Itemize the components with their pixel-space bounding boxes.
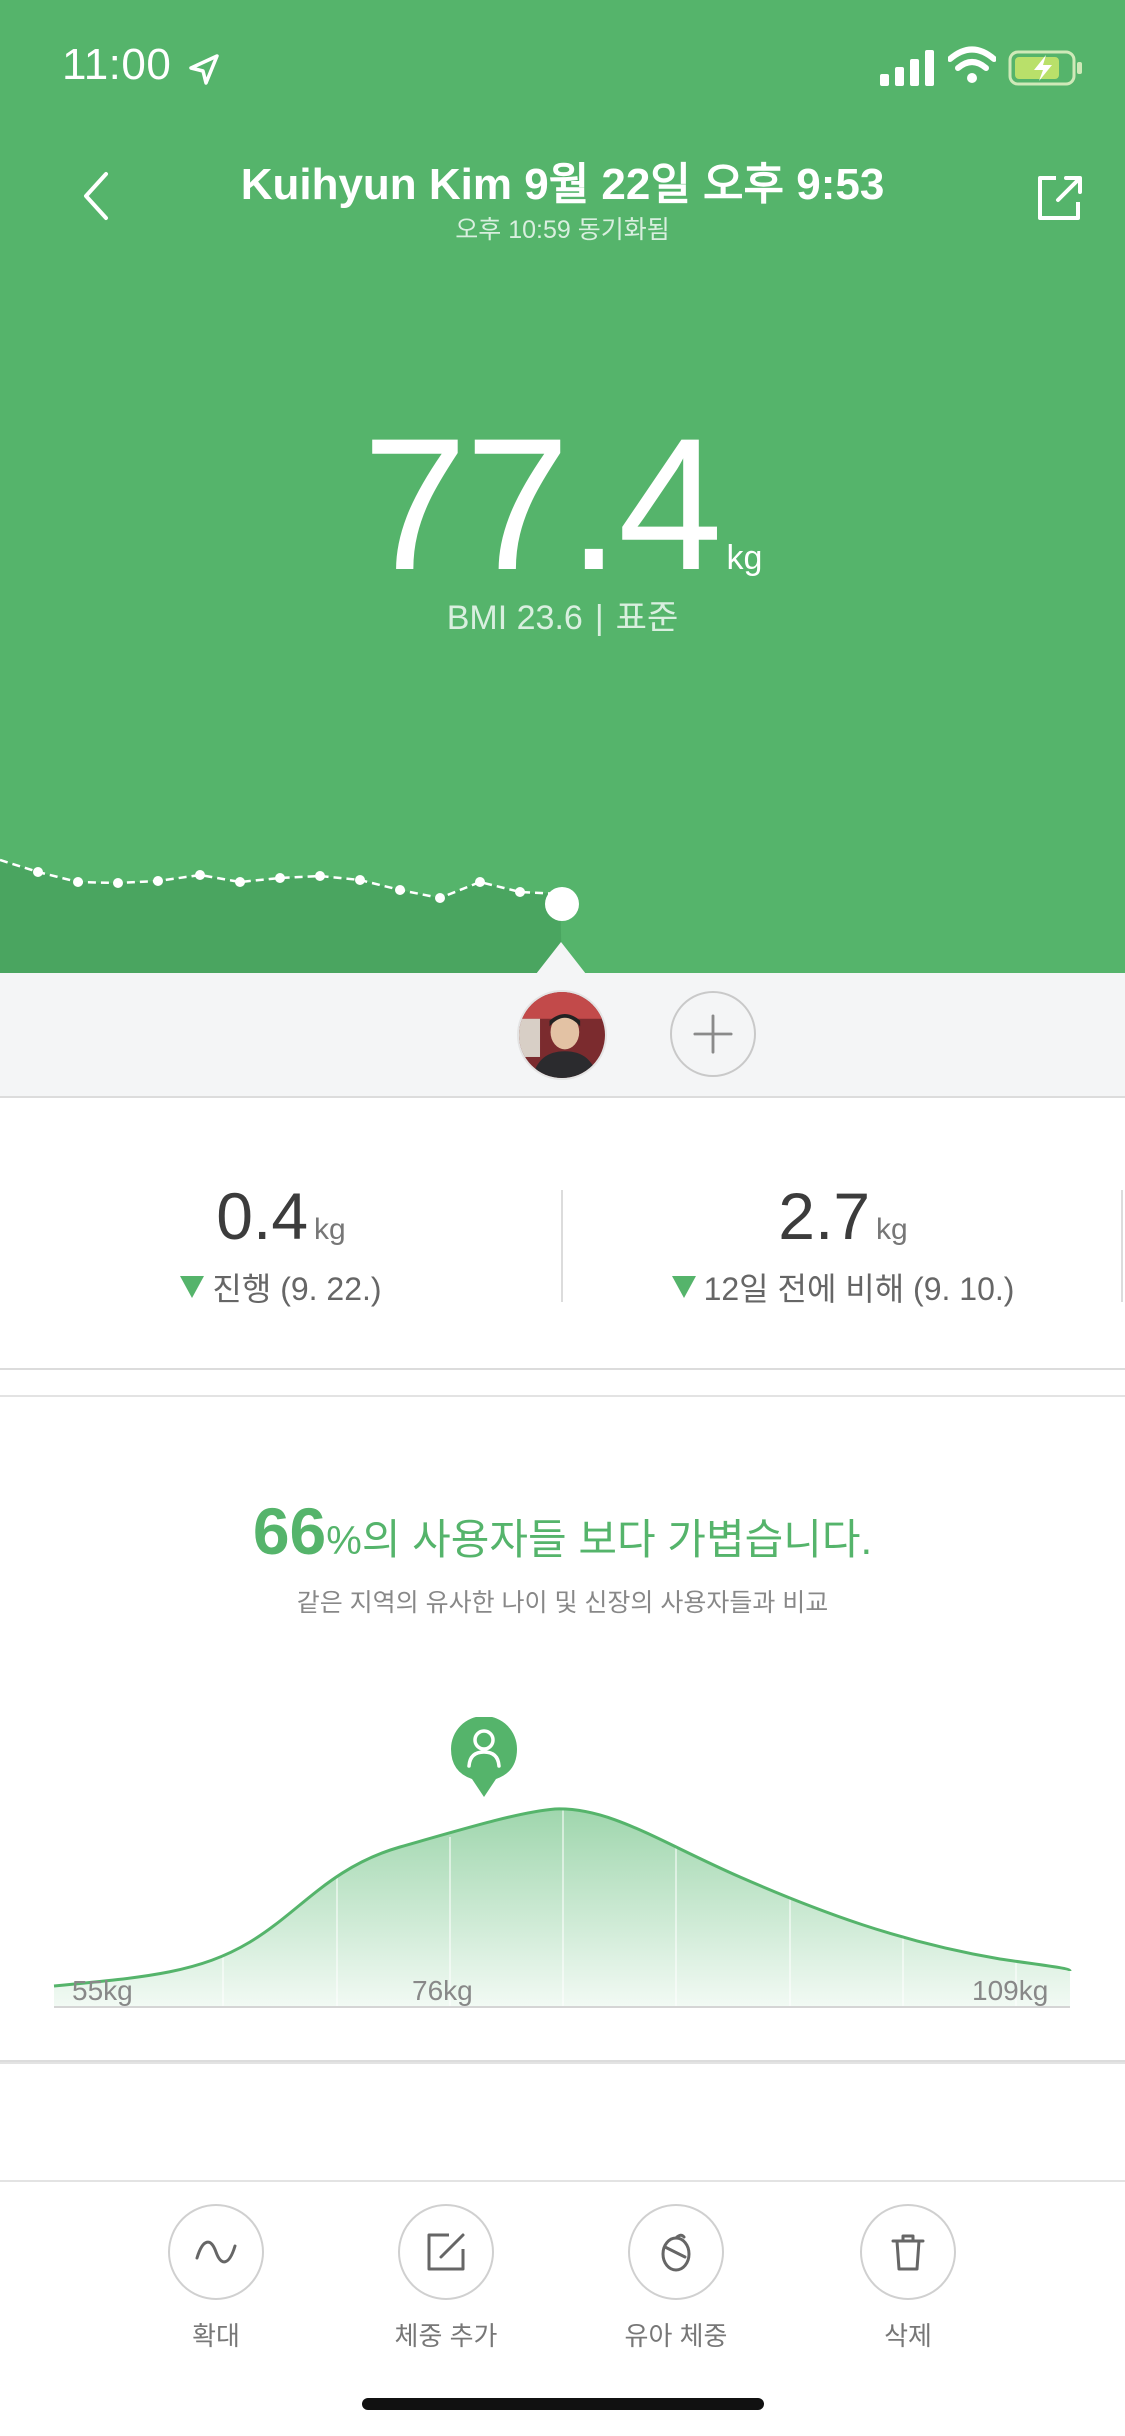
stat-compare-unit: kg	[876, 1213, 908, 1246]
stat-divider	[1121, 1190, 1123, 1302]
wave-icon[interactable]	[168, 2204, 264, 2300]
bmi-row: BMI 23.6 | 표준	[0, 590, 1125, 639]
stat-compare-label: 12일 전에 비해 (9. 10.)	[703, 1271, 1015, 1307]
weight-display: 77.4 kg	[0, 410, 1125, 598]
edit-icon[interactable]	[398, 2204, 494, 2300]
stat-compare-number: 2.7	[778, 1179, 871, 1253]
stat-progress: 0.4 kg 진행 (9. 22.)	[0, 1100, 562, 1370]
distribution-mid-label: 76kg	[412, 1975, 473, 2006]
selection-pointer	[536, 942, 586, 974]
user-pin-icon	[451, 1717, 517, 1797]
location-arrow-icon	[189, 54, 219, 85]
comparison-text: 의 사용자들 보다 가볍습니다.	[361, 1516, 873, 1563]
comparison-percent: 66	[252, 1494, 327, 1568]
back-button[interactable]	[70, 166, 126, 226]
baby-icon[interactable]	[628, 2204, 724, 2300]
delete-button[interactable]: 삭제	[818, 2204, 998, 2353]
bmi-separator: |	[594, 599, 604, 637]
wifi-icon	[948, 46, 996, 83]
weight-comparison: 66%의 사용자들 보다 가볍습니다. 같은 지역의 유사한 나이 및 신장의 …	[0, 1395, 1125, 2062]
status-bar: 11:00	[0, 0, 1125, 132]
cellular-signal-icon	[880, 50, 934, 86]
weight-value: 77.4	[362, 399, 723, 609]
weight-distribution-chart	[53, 1717, 1072, 2008]
down-arrow-icon	[671, 1276, 696, 1298]
weight-change-stats: 0.4 kg 진행 (9. 22.) 2.7 kg 12일 전에 비해 (9. 10…	[0, 1100, 1125, 1370]
add-weight-label: 체중 추가	[394, 2321, 498, 2351]
stat-compare-value: 2.7 kg	[562, 1178, 1124, 1254]
avatar[interactable]	[517, 990, 607, 1080]
delete-label: 삭제	[884, 2321, 932, 2351]
page-title: Kuihyun Kim 9월 22일 오후 9:53	[240, 160, 885, 209]
baby-weight-label: 유아 체중	[624, 2321, 728, 2351]
stat-progress-label: 진행 (9. 22.)	[212, 1271, 382, 1307]
stat-compare-desc: 12일 전에 비해 (9. 10.)	[562, 1264, 1124, 1310]
sync-status: 오후 10:59 동기화됨	[455, 216, 670, 244]
stat-progress-number: 0.4	[216, 1179, 309, 1253]
zoom-button[interactable]: 확대	[126, 2204, 306, 2353]
share-icon[interactable]	[1034, 170, 1084, 224]
baby-weight-button[interactable]: 유아 체중	[586, 2204, 766, 2353]
comparison-subtitle: 같은 지역의 유사한 나이 및 신장의 사용자들과 비교	[296, 1589, 829, 1617]
bmi-status: 표준	[615, 599, 679, 637]
add-user-button[interactable]	[670, 991, 756, 1077]
distribution-max-label: 109kg	[972, 1975, 1049, 2006]
stat-compare: 2.7 kg 12일 전에 비해 (9. 10.)	[562, 1100, 1124, 1370]
weight-hero: 11:00 Kuihyun Kim 9월 22일 오후 9:53 오후 10:5…	[0, 0, 1125, 973]
bmi-value: BMI 23.6	[446, 599, 583, 637]
comparison-percent-sign: %	[326, 1519, 362, 1563]
distribution-min-label: 55kg	[72, 1975, 133, 2006]
home-indicator[interactable]	[362, 2398, 764, 2410]
empty-section	[0, 2062, 1125, 2180]
stat-progress-desc: 진행 (9. 22.)	[0, 1264, 562, 1310]
weight-unit: kg	[726, 539, 763, 577]
battery-charging-icon	[1008, 50, 1082, 86]
zoom-label: 확대	[192, 2321, 240, 2351]
comparison-headline: 66%의 사용자들 보다 가볍습니다.	[0, 1493, 1125, 1569]
down-arrow-icon	[180, 1276, 205, 1298]
status-time: 11:00	[62, 40, 172, 89]
stat-progress-value: 0.4 kg	[0, 1178, 562, 1254]
trash-icon[interactable]	[860, 2204, 956, 2300]
add-weight-button[interactable]: 체중 추가	[356, 2204, 536, 2353]
stat-progress-unit: kg	[314, 1213, 346, 1246]
